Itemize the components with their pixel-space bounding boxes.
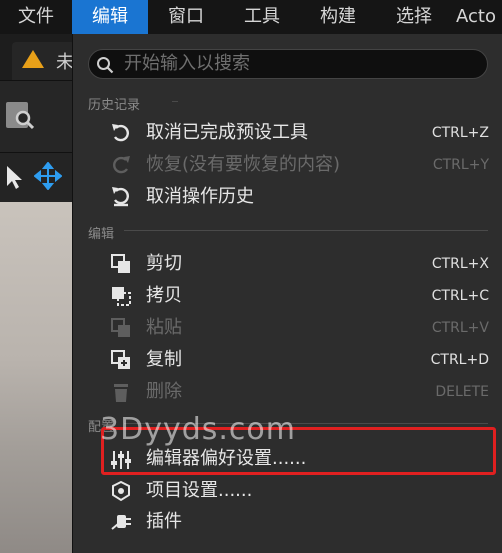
search-icon xyxy=(97,57,114,74)
duplicate-icon xyxy=(111,350,130,369)
shortcut-redo: CTRL+Y xyxy=(432,157,489,173)
menu-item-cut[interactable]: 剪切 xyxy=(146,252,182,276)
shortcut-delete: DELETE xyxy=(435,384,489,400)
plugin-icon xyxy=(111,515,131,530)
menu-item-project-settings[interactable]: 项目设置...... xyxy=(146,479,252,503)
section-divider xyxy=(124,230,488,231)
menu-item-paste[interactable]: 粘贴 xyxy=(146,316,182,340)
section-history-label: 历史记录 xyxy=(88,98,141,113)
menu-item-delete[interactable]: 删除 xyxy=(146,380,182,404)
project-settings-icon xyxy=(112,480,130,502)
menu-actor[interactable]: Acto xyxy=(456,0,502,34)
menu-tools[interactable]: 工具 xyxy=(224,0,300,34)
menu-item-undo[interactable]: 取消已完成预设工具 xyxy=(146,121,308,145)
menu-window[interactable]: 窗口 xyxy=(148,0,224,34)
shortcut-paste: CTRL+V xyxy=(431,320,489,336)
section-edit-label: 编辑 xyxy=(88,227,115,242)
menu-bar: 文件 编辑 窗口 工具 构建 选择 Acto xyxy=(0,0,502,34)
level-viewport[interactable] xyxy=(0,202,75,553)
redo-icon xyxy=(113,156,130,174)
menu-build[interactable]: 构建 xyxy=(300,0,376,34)
search-placeholder: 开始输入以搜索 xyxy=(124,53,250,74)
menu-select[interactable]: 选择 xyxy=(376,0,452,34)
watermark-text: 3Dyyds.com xyxy=(100,412,296,447)
undo-history-icon xyxy=(112,187,129,207)
menu-item-duplicate[interactable]: 复制 xyxy=(146,348,182,372)
move-tool-icon[interactable] xyxy=(34,162,62,190)
shortcut-copy: CTRL+C xyxy=(431,288,489,304)
menu-item-redo[interactable]: 恢复(没有要恢复的内容) xyxy=(146,153,340,177)
menu-item-undo-history[interactable]: 取消操作历史 xyxy=(146,185,254,209)
shortcut-cut: CTRL+X xyxy=(431,256,489,272)
menu-edit[interactable]: 编辑 xyxy=(72,0,148,34)
section-divider xyxy=(172,101,178,102)
warning-icon xyxy=(22,50,44,68)
menu-item-plugins[interactable]: 插件 xyxy=(146,510,182,534)
shortcut-duplicate: CTRL+D xyxy=(430,352,489,368)
shortcut-undo: CTRL+Z xyxy=(431,125,489,141)
paste-icon xyxy=(111,318,130,337)
copy-icon xyxy=(112,287,131,306)
undo-icon xyxy=(112,124,129,142)
trash-icon xyxy=(114,384,128,402)
select-arrow-icon[interactable] xyxy=(4,164,24,190)
content-browser-icon[interactable] xyxy=(4,98,34,132)
menu-item-copy[interactable]: 拷贝 xyxy=(146,284,182,308)
menu-file[interactable]: 文件 xyxy=(0,0,72,34)
cut-icon xyxy=(111,254,130,273)
